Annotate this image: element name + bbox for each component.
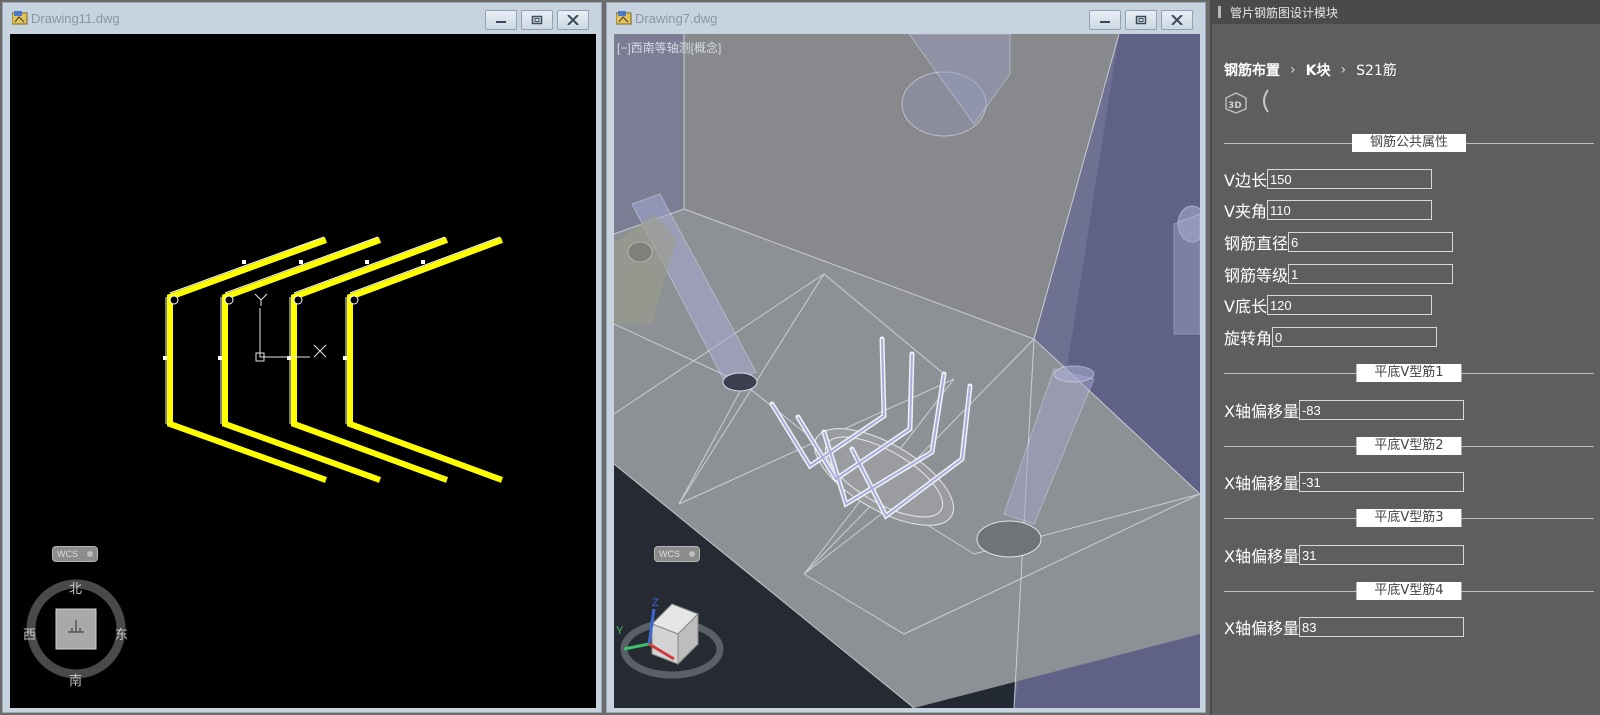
maximize-icon	[531, 15, 543, 25]
compass-east-label: 东	[115, 628, 129, 643]
wcs-dropdown[interactable]: WCS	[654, 546, 700, 562]
minimize-button[interactable]	[1089, 10, 1121, 30]
breadcrumb: 钢筋布置 › K块 › S21筋	[1224, 60, 1397, 80]
close-icon	[567, 15, 579, 25]
x-offset-1-input[interactable]	[1298, 400, 1464, 420]
breadcrumb-item[interactable]: 钢筋布置	[1224, 60, 1280, 80]
panel-header[interactable]: 管片钢筋图设计模块	[1212, 0, 1600, 24]
section-v-rebar-2-header: 平底V型筋2	[1224, 436, 1594, 456]
wcs-dropdown[interactable]: WCS	[52, 546, 98, 562]
close-button[interactable]	[1161, 10, 1193, 30]
x-offset-4-input[interactable]	[1298, 617, 1464, 637]
section-v-rebar-3-header: 平底V型筋3	[1224, 508, 1594, 528]
close-icon	[1171, 15, 1183, 25]
breadcrumb-item[interactable]: S21筋	[1356, 60, 1397, 80]
rebar-shape-4	[347, 237, 504, 483]
rebar-shape-3	[291, 237, 449, 483]
rebar-grade-input[interactable]	[1288, 264, 1454, 284]
rebar-diameter-input[interactable]	[1288, 232, 1454, 252]
prop-rebar-grade: 钢筋等级	[1224, 263, 1454, 285]
minimize-button[interactable]	[485, 10, 517, 30]
rebar-design-panel: 管片钢筋图设计模块 钢筋布置 › K块 › S21筋 3D 钢筋公共属性 V边长…	[1210, 0, 1600, 715]
maximize-icon	[1135, 15, 1147, 25]
prop-v-angle: V夹角	[1224, 199, 1432, 221]
compass-south-label: 南	[69, 674, 83, 689]
compass-west-label: 西	[23, 628, 37, 643]
3d-view-icon[interactable]: 3D	[1224, 92, 1248, 114]
drawing-window-left[interactable]: Drawing11.dwg WCS 北 南 西 东	[2, 2, 602, 713]
window-titlebar[interactable]: Drawing7.dwg	[607, 3, 1205, 33]
window-title: Drawing7.dwg	[635, 11, 718, 26]
prop-x-offset-1: X轴偏移量	[1224, 399, 1464, 421]
prop-x-offset-2: X轴偏移量	[1224, 471, 1464, 493]
rebar-shape-1	[167, 237, 328, 483]
section-common-header: 钢筋公共属性	[1224, 133, 1594, 153]
maximize-button[interactable]	[1125, 10, 1157, 30]
svg-text:Z: Z	[652, 597, 659, 609]
drawing-viewport-right[interactable]: Y Z [−]西南等轴测[概念] WCS	[614, 34, 1200, 708]
compass-icon	[26, 579, 126, 679]
x-offset-3-input[interactable]	[1298, 545, 1464, 565]
window-titlebar[interactable]: Drawing11.dwg	[3, 3, 601, 33]
panel-title: 管片钢筋图设计模块	[1230, 6, 1339, 20]
window-title: Drawing11.dwg	[31, 11, 120, 26]
svg-text:3D: 3D	[1228, 101, 1242, 111]
x-offset-2-input[interactable]	[1298, 472, 1464, 492]
drawing-app-icon	[616, 11, 632, 25]
prop-rebar-diameter: 钢筋直径	[1224, 231, 1454, 253]
v-bottom-length-input[interactable]	[1266, 295, 1432, 315]
prop-x-offset-3: X轴偏移量	[1224, 544, 1464, 566]
section-v-rebar-1-header: 平底V型筋1	[1224, 363, 1594, 383]
section-v-rebar-4-header: 平底V型筋4	[1224, 581, 1594, 601]
breadcrumb-item[interactable]: K块	[1306, 60, 1331, 80]
close-button[interactable]	[557, 10, 589, 30]
chevron-right-icon: ›	[1340, 62, 1347, 78]
segment-3d-model: Y Z	[614, 34, 1200, 708]
prop-v-side-length: V边长	[1224, 168, 1432, 190]
viewport-view-label[interactable]: [−]西南等轴测[概念]	[617, 39, 721, 56]
rebar-drawing	[26, 236, 504, 679]
panel-grip-icon	[1218, 6, 1221, 18]
arc-icon[interactable]	[1258, 88, 1272, 114]
compass-north-label: 北	[69, 582, 83, 597]
v-angle-input[interactable]	[1266, 200, 1432, 220]
minimize-icon	[496, 21, 506, 23]
chevron-right-icon: ›	[1290, 62, 1296, 78]
v-side-length-input[interactable]	[1266, 169, 1432, 189]
svg-text:Y: Y	[616, 625, 624, 637]
drawing-window-right[interactable]: Drawing7.dwg Y Z [−]西南等轴测[概念] WCS	[606, 2, 1206, 713]
prop-rotation-angle: 旋转角	[1224, 326, 1438, 348]
maximize-button[interactable]	[521, 10, 553, 30]
minimize-icon	[1100, 21, 1110, 23]
prop-v-bottom-length: V底长	[1224, 294, 1432, 316]
drawing-viewport-left[interactable]: WCS 北 南 西 东	[10, 34, 596, 708]
prop-x-offset-4: X轴偏移量	[1224, 616, 1464, 638]
drawing-app-icon	[12, 11, 28, 25]
rotation-angle-input[interactable]	[1272, 327, 1438, 347]
